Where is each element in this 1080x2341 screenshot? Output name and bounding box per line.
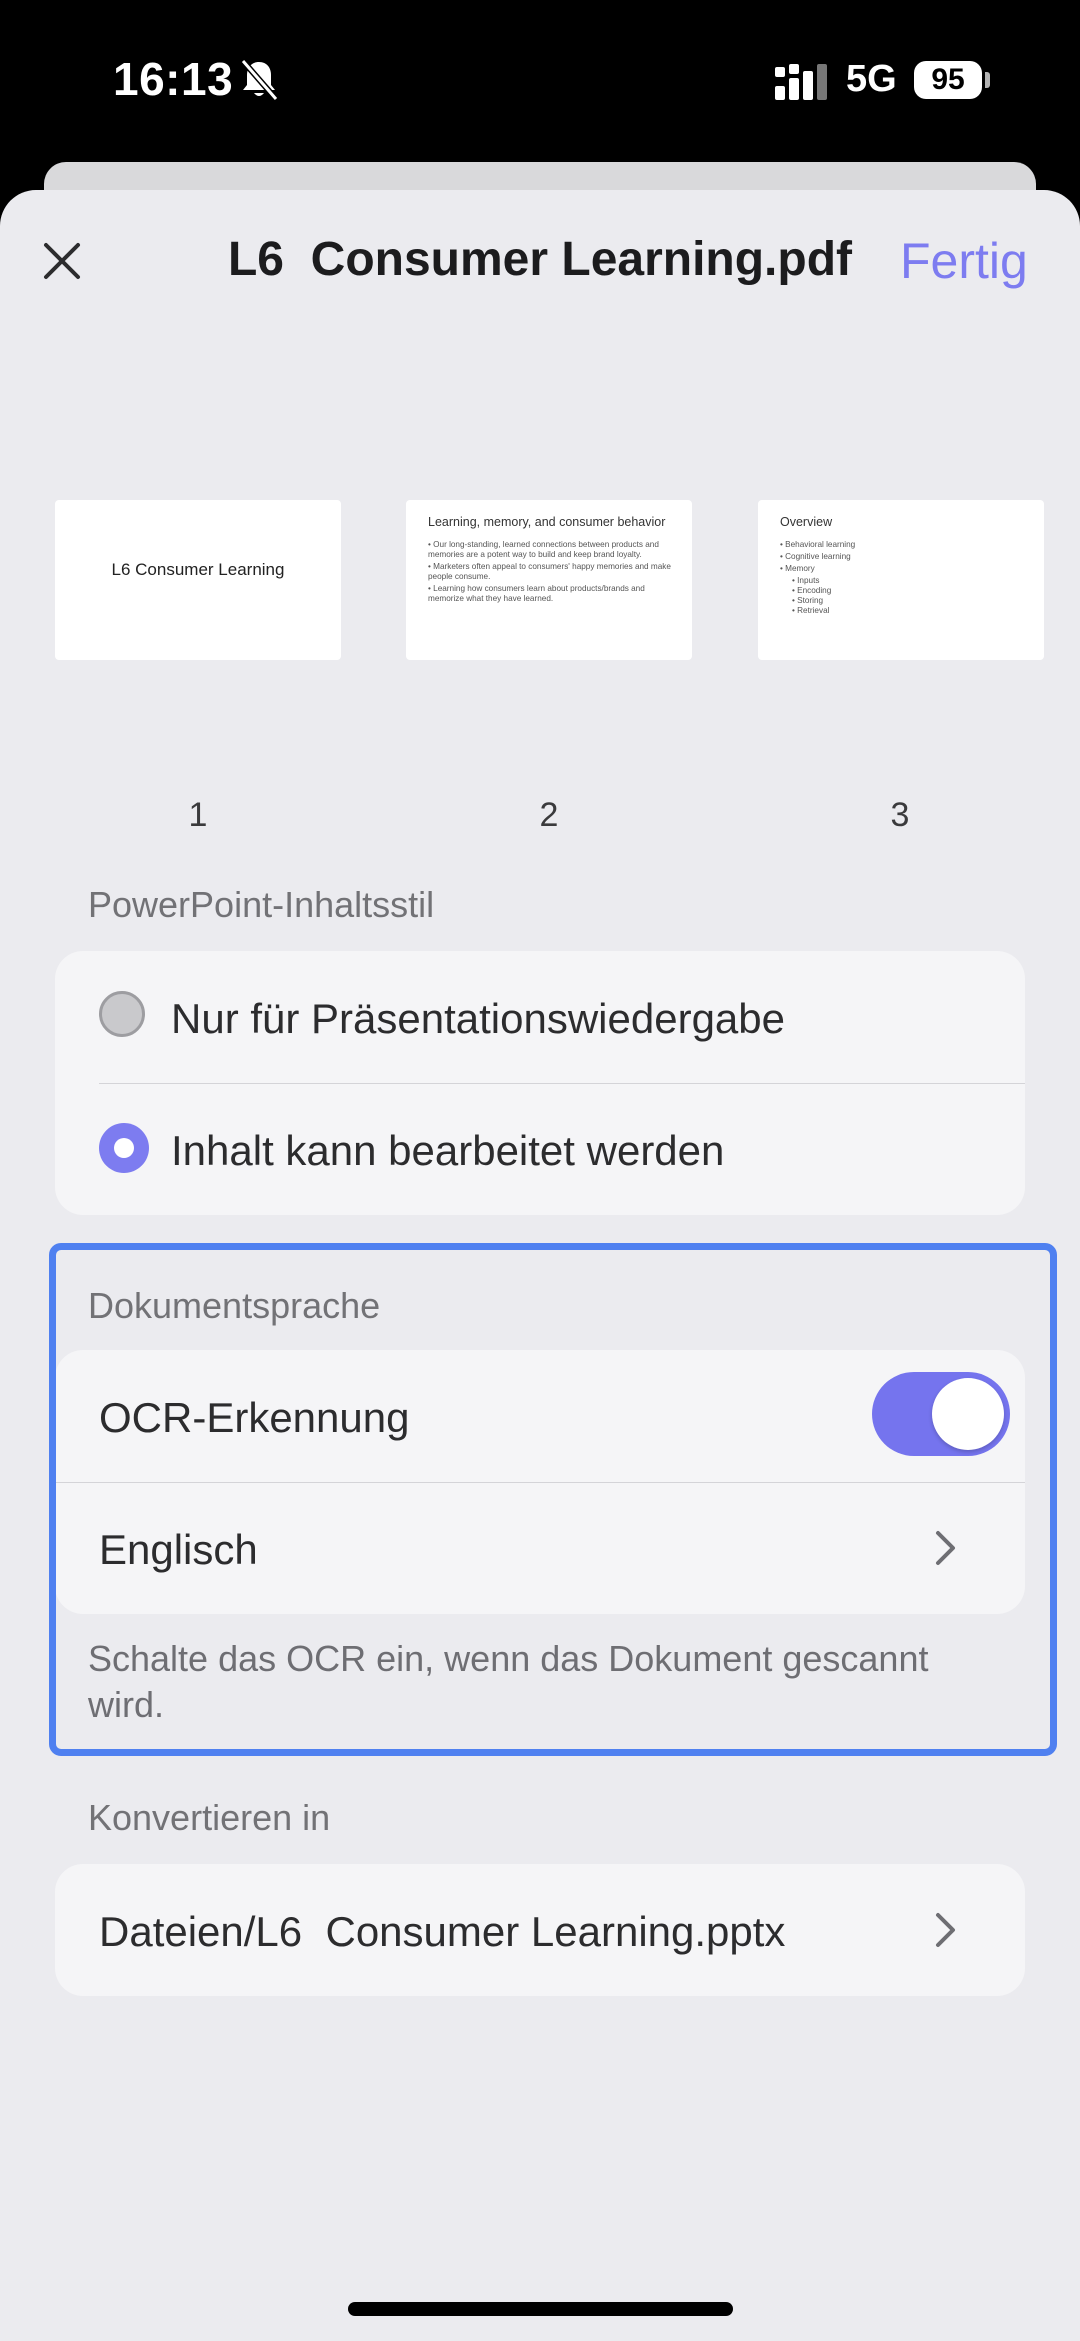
ocr-row: OCR-Erkennung: [55, 1350, 1025, 1482]
convert-label: Konvertieren in: [88, 1797, 331, 1838]
page-number: 1: [188, 796, 208, 834]
slide-heading: Learning, memory, and consumer behavior: [428, 515, 666, 529]
document-language-label: Dokumentsprache: [88, 1285, 381, 1326]
content-style-label: PowerPoint-Inhaltsstil: [88, 884, 435, 925]
option-editable-content[interactable]: Inhalt kann bearbeitet werden: [55, 1083, 1025, 1215]
slide-sub-bullet: • Inputs: [792, 576, 820, 585]
content-style-card: Nur für Präsentationswiedergabe Inhalt k…: [55, 951, 1025, 1215]
page-thumbnail-1[interactable]: L6 Consumer Learning: [55, 500, 341, 660]
done-button[interactable]: Fertig: [900, 232, 1028, 290]
battery-tip: [985, 72, 990, 88]
slide-bullets: • Our long-standing, learned connections…: [428, 540, 678, 606]
page-number: 3: [890, 796, 910, 834]
slide-title: L6 Consumer Learning: [111, 560, 285, 579]
radio-button-unselected[interactable]: [99, 991, 145, 1037]
bell-slash-icon: [240, 59, 279, 101]
toggle-knob: [932, 1378, 1004, 1450]
close-icon[interactable]: [36, 235, 88, 287]
slide-bullet: • Cognitive learning: [780, 552, 851, 561]
page-thumbnail-2[interactable]: Learning, memory, and consumer behavior …: [406, 500, 692, 660]
language-value: Englisch: [99, 1526, 258, 1573]
convert-path: Dateien/L6 Consumer Learning.pptx: [99, 1908, 786, 1955]
slide-bullet: • Memory: [780, 564, 815, 573]
page-thumbnail-3[interactable]: Overview • Behavioral learning • Cogniti…: [758, 500, 1044, 660]
chevron-right-icon: [936, 1531, 955, 1565]
ocr-hint: Schalte das OCR ein, wenn das Dokument g…: [88, 1638, 929, 1725]
home-indicator[interactable]: [348, 2302, 733, 2316]
slide-sub-bullet: • Encoding: [792, 586, 832, 595]
chevron-right-icon: [936, 1913, 955, 1947]
slide-bullet: • Learning how consumers learn about pro…: [428, 584, 645, 603]
convert-card: Dateien/L6 Consumer Learning.pptx: [55, 1864, 1025, 1996]
option-presentation-only[interactable]: Nur für Präsentationswiedergabe: [55, 951, 1025, 1083]
battery-icon: 95: [914, 61, 982, 99]
ocr-label: OCR-Erkennung: [99, 1394, 410, 1441]
slide-sub-bullet: • Storing: [792, 596, 824, 605]
status-time: 16:13: [113, 53, 234, 105]
ocr-toggle[interactable]: [872, 1372, 1010, 1456]
option-label: Nur für Präsentationswiedergabe: [171, 995, 786, 1042]
slide-bullets: • Behavioral learning • Cognitive learni…: [780, 540, 1030, 616]
battery-level: 95: [931, 63, 965, 96]
option-label: Inhalt kann bearbeitet werden: [171, 1127, 725, 1174]
convert-destination-row[interactable]: Dateien/L6 Consumer Learning.pptx: [55, 1864, 1025, 1996]
page-title: L6 Consumer Learning.pdf: [227, 233, 853, 286]
page-number: 2: [539, 796, 559, 834]
slide-heading: Overview: [780, 515, 833, 529]
radio-button-selected[interactable]: [99, 1123, 149, 1173]
slide-sub-bullet: • Retrieval: [792, 606, 830, 615]
status-bar: 16:13 5G 95: [0, 0, 1080, 160]
signal-icon: [775, 64, 827, 100]
slide-bullet: • Behavioral learning: [780, 540, 856, 549]
slide-bullet: • Our long-standing, learned connections…: [428, 540, 659, 559]
language-row[interactable]: Englisch: [55, 1482, 1025, 1614]
document-language-card: OCR-Erkennung Englisch: [55, 1350, 1025, 1614]
network-type: 5G: [846, 58, 897, 100]
slide-bullet: • Marketers often appeal to consumers' h…: [428, 562, 671, 581]
